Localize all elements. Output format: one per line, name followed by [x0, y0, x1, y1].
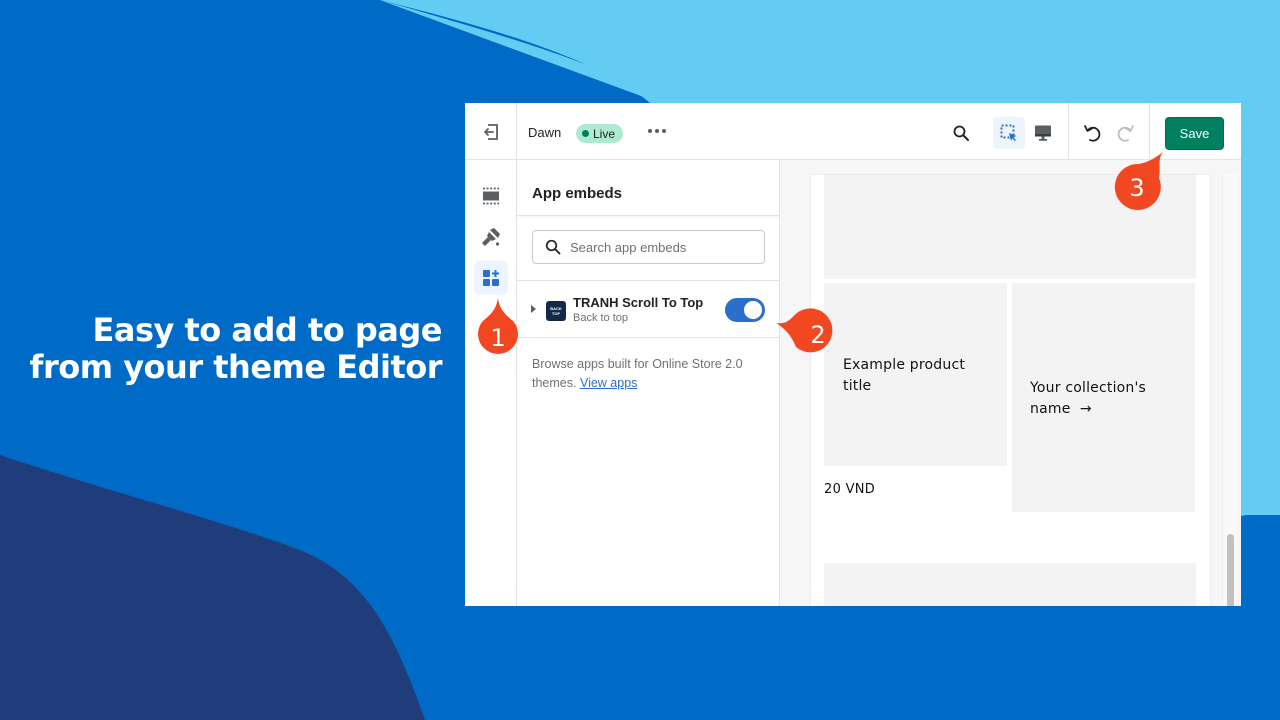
redo-icon — [1117, 125, 1134, 142]
app-embed-item: BACK TOP TRANH Scroll To Top Back to top — [517, 280, 780, 338]
toolbar-divider — [1149, 103, 1150, 160]
app-embed-toggle[interactable] — [725, 298, 765, 322]
app-subtitle: Back to top — [573, 312, 629, 324]
paintbrush-icon — [482, 228, 500, 246]
search-icon — [545, 239, 561, 255]
more-actions-button[interactable] — [647, 121, 667, 141]
app-embeds-panel: App embeds BACK TOP TRANH Scroll To Top … — [517, 160, 780, 606]
inspector-toggle-button[interactable] — [993, 117, 1025, 149]
theme-name: Dawn — [528, 125, 562, 140]
preview-scrollbar[interactable] — [1222, 174, 1238, 606]
toggle-knob — [744, 301, 762, 319]
select-inspector-icon — [1000, 124, 1017, 141]
store-preview-area: Example product title 20 VND Your collec… — [780, 160, 1241, 606]
app-logo: BACK TOP — [546, 301, 566, 321]
step-marker-2: 2 — [776, 308, 838, 359]
exit-icon — [483, 123, 498, 140]
product-title[interactable]: Example product title — [843, 355, 993, 397]
app-embeds-icon — [483, 270, 499, 286]
browse-apps-text: Browse apps built for Online Store 2.0 t… — [532, 357, 743, 390]
step-marker-3: 3 — [1113, 152, 1163, 212]
headline: Easy to add to page from your theme Edit… — [29, 311, 443, 386]
panel-title: App embeds — [517, 160, 780, 216]
exit-button[interactable] — [465, 103, 517, 160]
view-apps-link[interactable]: View apps — [580, 376, 637, 390]
more-horizontal-icon — [648, 129, 652, 133]
desktop-icon — [1035, 125, 1051, 141]
live-dot-icon — [582, 130, 589, 137]
arrow-right-icon: → — [1079, 401, 1092, 417]
rail-item-app-embeds[interactable] — [474, 261, 508, 295]
store-preview-frame: Example product title 20 VND Your collec… — [810, 174, 1211, 606]
product-price: 20 VND — [824, 482, 876, 497]
step-marker-1: 1 — [474, 298, 522, 362]
expand-caret-icon[interactable] — [531, 305, 536, 313]
desktop-view-button[interactable] — [1027, 117, 1059, 149]
sections-icon — [483, 187, 499, 205]
live-status-badge: Live — [576, 124, 624, 143]
rail-item-theme-settings[interactable] — [474, 220, 508, 254]
toolbar-divider — [1068, 103, 1069, 160]
search-app-embeds-field[interactable] — [532, 230, 765, 264]
undo-button[interactable] — [1077, 117, 1109, 149]
headline-line-2: from your theme Editor — [29, 348, 443, 386]
app-name: TRANH Scroll To Top — [573, 295, 704, 310]
scrollbar-thumb[interactable] — [1227, 534, 1234, 606]
image-placeholder — [824, 563, 1196, 606]
search-app-embeds-input[interactable] — [570, 239, 750, 255]
collection-name[interactable]: Your collection's name → — [1030, 378, 1180, 420]
search-button[interactable] — [945, 117, 977, 149]
rail-item-sections[interactable] — [474, 179, 508, 213]
editor-topbar: Dawn Live Save — [465, 103, 1241, 160]
redo-button[interactable] — [1109, 117, 1141, 149]
search-icon — [953, 125, 969, 141]
undo-icon — [1084, 125, 1101, 142]
save-button[interactable]: Save — [1165, 117, 1224, 150]
headline-line-1: Easy to add to page — [92, 311, 443, 349]
editor-sidebar-rail — [465, 160, 517, 606]
